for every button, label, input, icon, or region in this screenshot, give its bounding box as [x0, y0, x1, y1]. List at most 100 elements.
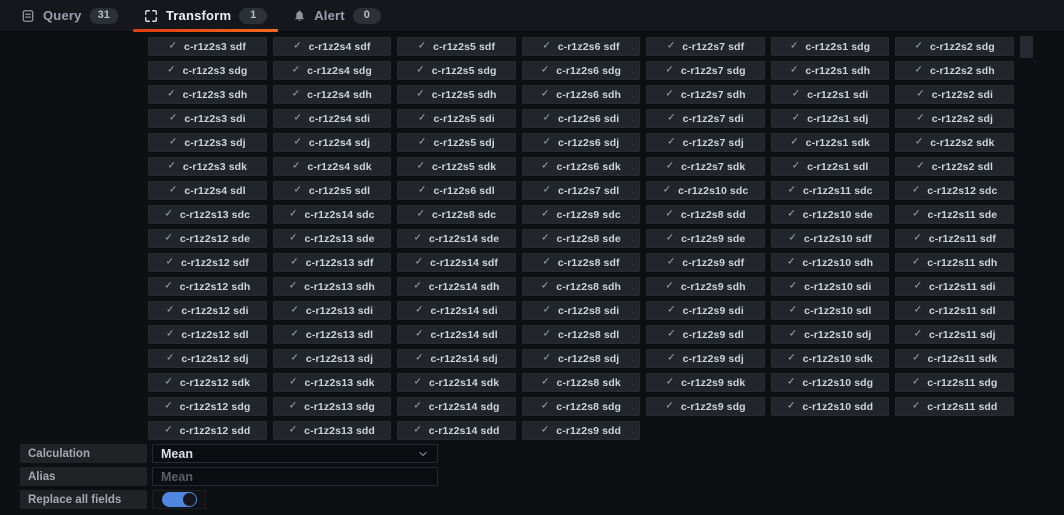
field-pill[interactable]: ✓ c-r1z2s10 sde [770, 205, 890, 224]
field-pill[interactable]: ✓ c-r1z2s8 sdc [397, 205, 516, 224]
field-pill[interactable]: ✓ c-r1z2s8 sde [521, 229, 641, 248]
field-pill[interactable]: ✓ c-r1z2s8 sdg [521, 397, 641, 416]
field-pill[interactable]: ✓ c-r1z2s11 sdc [770, 181, 890, 200]
field-pill[interactable]: ✓ c-r1z2s8 sdf [521, 253, 641, 272]
field-pill[interactable]: ✓ c-r1z2s12 sdl [148, 325, 267, 344]
field-pill[interactable]: ✓ c-r1z2s5 sdl [272, 181, 392, 200]
field-pill[interactable]: ✓ c-r1z2s14 sdc [272, 205, 392, 224]
field-pill[interactable]: ✓ c-r1z2s11 sdh [895, 253, 1014, 272]
field-pill[interactable]: ✓ c-r1z2s11 sde [895, 205, 1014, 224]
field-pill[interactable]: ✓ c-r1z2s12 sdh [148, 277, 267, 296]
field-pill[interactable]: ✓ c-r1z2s9 sdi [646, 301, 765, 320]
field-pill[interactable]: ✓ c-r1z2s9 sde [646, 229, 765, 248]
field-pill[interactable]: ✓ c-r1z2s9 sdc [521, 205, 641, 224]
field-pill[interactable]: ✓ c-r1z2s3 sdk [148, 157, 267, 176]
field-pill[interactable]: ✓ c-r1z2s14 sdf [397, 253, 516, 272]
field-pill[interactable]: ✓ c-r1z2s4 sdj [272, 133, 392, 152]
field-pill[interactable]: ✓ c-r1z2s6 sdf [521, 37, 641, 56]
field-pill[interactable]: ✓ c-r1z2s10 sdl [770, 301, 890, 320]
field-pill[interactable]: ✓ c-r1z2s5 sdh [397, 85, 516, 104]
field-pill[interactable]: ✓ c-r1z2s8 sdd [646, 205, 765, 224]
field-pill[interactable]: ✓ c-r1z2s11 sdi [895, 277, 1014, 296]
field-pill[interactable]: ✓ c-r1z2s14 sdi [397, 301, 516, 320]
field-pill[interactable]: ✓ c-r1z2s14 sdl [397, 325, 516, 344]
field-pill[interactable]: ✓ c-r1z2s2 sdj [895, 109, 1014, 128]
field-pill[interactable]: ✓ c-r1z2s12 sdc [895, 181, 1014, 200]
field-pill[interactable]: ✓ c-r1z2s7 sdk [646, 157, 765, 176]
field-pill[interactable]: ✓ c-r1z2s12 sdk [148, 373, 267, 392]
field-pill[interactable]: ✓ c-r1z2s10 sdj [770, 325, 890, 344]
field-pill[interactable]: ✓ c-r1z2s12 sde [148, 229, 267, 248]
field-pill[interactable]: ✓ c-r1z2s14 sdh [397, 277, 516, 296]
field-pill[interactable]: ✓ c-r1z2s3 sdf [148, 37, 267, 56]
field-pill[interactable]: ✓ c-r1z2s8 sdi [521, 301, 641, 320]
field-pill[interactable]: ✓ c-r1z2s9 sdf [646, 253, 765, 272]
field-pill[interactable]: ✓ c-r1z2s13 sdf [272, 253, 392, 272]
field-pill[interactable]: ✓ c-r1z2s12 sdd [148, 421, 267, 440]
field-pill[interactable]: ✓ c-r1z2s6 sdh [521, 85, 641, 104]
field-pill[interactable]: ✓ c-r1z2s8 sdj [521, 349, 641, 368]
field-pill[interactable]: ✓ c-r1z2s13 sdh [272, 277, 392, 296]
field-pill[interactable]: ✓ c-r1z2s10 sdc [646, 181, 765, 200]
field-pill[interactable]: ✓ c-r1z2s2 sdk [895, 133, 1014, 152]
field-pill[interactable]: ✓ c-r1z2s4 sdk [272, 157, 392, 176]
field-pill[interactable]: ✓ c-r1z2s11 sdg [895, 373, 1014, 392]
field-pill[interactable]: ✓ c-r1z2s14 sdd [397, 421, 516, 440]
field-pill[interactable]: ✓ c-r1z2s7 sdi [646, 109, 765, 128]
field-pill[interactable]: ✓ c-r1z2s5 sdf [397, 37, 516, 56]
field-pill[interactable]: ✓ c-r1z2s5 sdi [397, 109, 516, 128]
field-pill[interactable]: ✓ c-r1z2s3 sdh [148, 85, 267, 104]
field-pill[interactable]: ✓ c-r1z2s12 sdj [148, 349, 267, 368]
field-pill[interactable]: ✓ c-r1z2s13 sdi [272, 301, 392, 320]
field-pill[interactable]: ✓ c-r1z2s13 sde [272, 229, 392, 248]
field-pill[interactable]: ✓ c-r1z2s4 sdh [272, 85, 392, 104]
field-pill[interactable]: ✓ c-r1z2s6 sdj [521, 133, 641, 152]
field-pill[interactable]: ✓ c-r1z2s13 sdd [272, 421, 392, 440]
field-pill[interactable]: ✓ c-r1z2s14 sdj [397, 349, 516, 368]
field-pill[interactable]: ✓ c-r1z2s9 sdj [646, 349, 765, 368]
field-pill[interactable]: ✓ c-r1z2s6 sdk [521, 157, 641, 176]
field-pill[interactable]: ✓ c-r1z2s1 sdh [770, 61, 890, 80]
field-pill[interactable]: ✓ c-r1z2s8 sdl [521, 325, 641, 344]
field-pill[interactable]: ✓ c-r1z2s13 sdl [272, 325, 392, 344]
field-pill[interactable]: ✓ c-r1z2s1 sdi [770, 85, 890, 104]
field-pill[interactable]: ✓ c-r1z2s14 sdg [397, 397, 516, 416]
field-pill[interactable]: ✓ c-r1z2s13 sdk [272, 373, 392, 392]
scrollbar-thumb[interactable] [1020, 36, 1033, 58]
field-pill[interactable]: ✓ c-r1z2s10 sdk [770, 349, 890, 368]
field-pill[interactable]: ✓ c-r1z2s7 sdf [646, 37, 765, 56]
field-pill[interactable]: ✓ c-r1z2s8 sdk [521, 373, 641, 392]
replace-all-fields-toggle[interactable] [152, 490, 206, 509]
field-pill[interactable]: ✓ c-r1z2s11 sdd [895, 397, 1014, 416]
field-pill[interactable]: ✓ c-r1z2s14 sde [397, 229, 516, 248]
field-pill[interactable]: ✓ c-r1z2s7 sdh [646, 85, 765, 104]
field-pill[interactable]: ✓ c-r1z2s12 sdf [148, 253, 267, 272]
field-pill[interactable]: ✓ c-r1z2s8 sdh [521, 277, 641, 296]
field-pill[interactable]: ✓ c-r1z2s11 sdl [895, 301, 1014, 320]
field-pill[interactable]: ✓ c-r1z2s2 sdh [895, 61, 1014, 80]
field-pill[interactable]: ✓ c-r1z2s3 sdj [148, 133, 267, 152]
field-pill[interactable]: ✓ c-r1z2s12 sdg [148, 397, 267, 416]
field-pill[interactable]: ✓ c-r1z2s2 sdg [895, 37, 1014, 56]
field-pill[interactable]: ✓ c-r1z2s14 sdk [397, 373, 516, 392]
field-pill[interactable]: ✓ c-r1z2s10 sdh [770, 253, 890, 272]
field-pill[interactable]: ✓ c-r1z2s3 sdi [148, 109, 267, 128]
tab-transform[interactable]: Transform 1 [131, 0, 280, 32]
field-pill[interactable]: ✓ c-r1z2s1 sdj [770, 109, 890, 128]
field-pill[interactable]: ✓ c-r1z2s2 sdi [895, 85, 1014, 104]
field-pill[interactable]: ✓ c-r1z2s1 sdg [770, 37, 890, 56]
field-pill[interactable]: ✓ c-r1z2s9 sdg [646, 397, 765, 416]
field-pill[interactable]: ✓ c-r1z2s5 sdk [397, 157, 516, 176]
field-pill[interactable]: ✓ c-r1z2s13 sdc [148, 205, 267, 224]
field-pill[interactable]: ✓ c-r1z2s7 sdj [646, 133, 765, 152]
field-pill[interactable]: ✓ c-r1z2s3 sdg [148, 61, 267, 80]
tab-query[interactable]: Query 31 [8, 0, 131, 31]
field-pill[interactable]: ✓ c-r1z2s10 sdd [770, 397, 890, 416]
field-pill[interactable]: ✓ c-r1z2s5 sdg [397, 61, 516, 80]
field-pill[interactable]: ✓ c-r1z2s4 sdf [272, 37, 392, 56]
tab-alert[interactable]: Alert 0 [280, 0, 394, 31]
field-pill[interactable]: ✓ c-r1z2s10 sdf [770, 229, 890, 248]
field-pill[interactable]: ✓ c-r1z2s9 sdh [646, 277, 765, 296]
field-pill[interactable]: ✓ c-r1z2s11 sdk [895, 349, 1014, 368]
field-pill[interactable]: ✓ c-r1z2s1 sdl [770, 157, 890, 176]
